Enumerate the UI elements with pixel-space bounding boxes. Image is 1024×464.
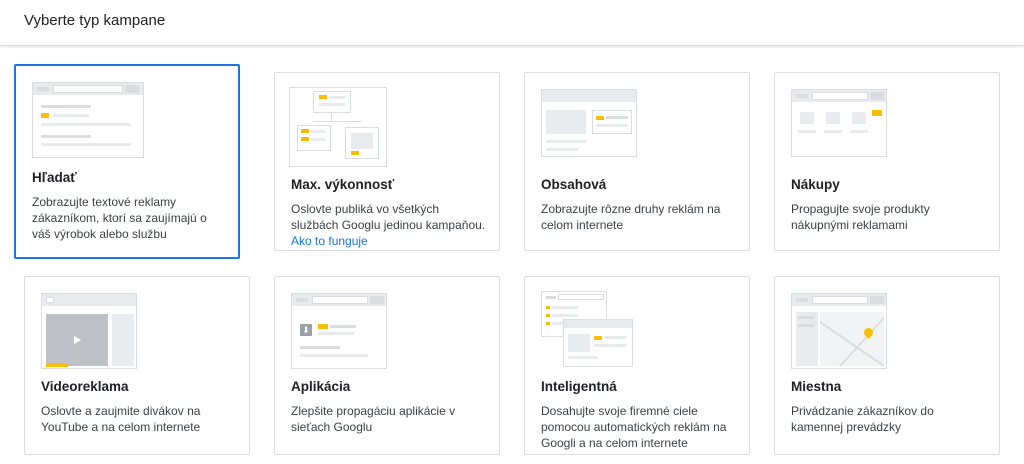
card-description: Oslovte a zaujmite divákov na YouTube a … (41, 404, 201, 434)
card-title: Miestna (791, 379, 842, 394)
header: Vyberte typ kampane (0, 0, 1024, 46)
card-description: Dosahujte svoje firemné ciele pomocou au… (541, 404, 727, 450)
card-title: Hľadať (32, 170, 77, 185)
campaign-card-search[interactable]: Hľadať Zobrazujte textové reklamy zákazn… (14, 64, 240, 259)
card-description: Privádzanie zákazníkov do kamennej prevá… (791, 404, 934, 434)
card-title: Max. výkonnosť (291, 177, 395, 192)
page-title: Vyberte typ kampane (24, 12, 166, 29)
map-icon (820, 312, 884, 366)
campaign-card-performance-max[interactable]: Max. výkonnosť Oslovte publiká vo všetký… (274, 72, 500, 251)
display-illustration (541, 89, 637, 157)
card-description: Zlepšite propagáciu aplikácie v sieťach … (291, 404, 456, 434)
play-icon (74, 336, 81, 344)
card-description: Propagujte svoje produkty nákupnými rekl… (791, 202, 930, 232)
card-title: Nákupy (791, 177, 840, 192)
search-illustration (32, 82, 144, 158)
local-illustration (791, 293, 887, 369)
performance-max-illustration (289, 87, 387, 167)
campaign-card-video[interactable]: Videoreklama Oslovte a zaujmite divákov … (24, 276, 250, 455)
campaign-card-app[interactable]: ⬇ Aplikácia Zlepšite propagáciu aplikáci… (274, 276, 500, 455)
smart-illustration (541, 291, 637, 371)
campaign-card-local[interactable]: Miestna Privádzanie zákazníkov do kamenn… (774, 276, 1000, 455)
card-description-text: Oslovte publiká vo všetkých službách Goo… (291, 202, 486, 232)
card-title: Videoreklama (41, 379, 129, 394)
card-title: Obsahová (541, 177, 607, 192)
video-illustration (41, 293, 137, 369)
app-illustration: ⬇ (291, 293, 387, 369)
card-title: Aplikácia (291, 379, 351, 394)
campaign-card-shopping[interactable]: Nákupy Propagujte svoje produkty nákupný… (774, 72, 1000, 251)
campaign-card-display[interactable]: Obsahová Zobrazujte rôzne druhy reklám n… (524, 72, 750, 251)
shopping-illustration (791, 89, 887, 157)
campaign-card-smart[interactable]: Inteligentná Dosahujte svoje firemné cie… (524, 276, 750, 455)
card-description: Zobrazujte rôzne druhy reklám na celom i… (541, 202, 721, 232)
card-description: Zobrazujte textové reklamy zákazníkom, k… (32, 195, 207, 241)
card-title: Inteligentná (541, 379, 617, 394)
card-description: Oslovte publiká vo všetkých službách Goo… (291, 201, 489, 249)
download-icon: ⬇ (300, 324, 312, 336)
learn-more-link[interactable]: Ako to funguje (291, 234, 368, 248)
